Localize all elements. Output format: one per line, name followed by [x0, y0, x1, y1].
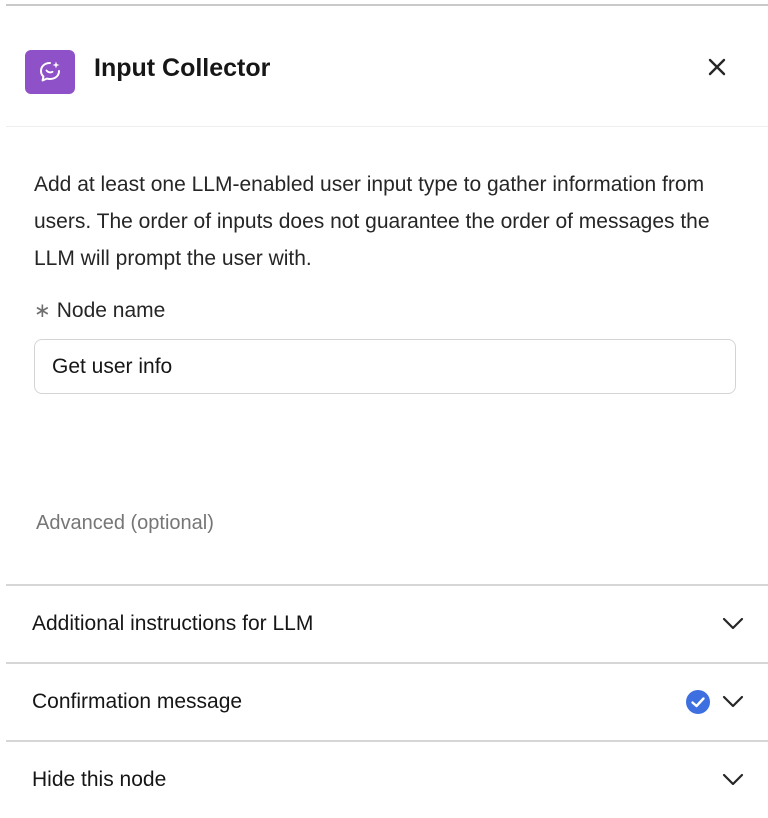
accordion-label: Confirmation message	[32, 690, 243, 713]
chevron-down-icon[interactable]	[719, 610, 747, 638]
node-name-label-text: Node name	[56, 299, 166, 322]
node-name-label: ∗ Node name	[34, 296, 165, 326]
accordion-confirmation-message[interactable]: Confirmation message	[6, 662, 768, 740]
node-name-input[interactable]	[34, 339, 736, 394]
panel-header: Input Collector	[6, 6, 768, 127]
input-collector-panel: Input Collector Add at least one LLM-ena…	[6, 6, 768, 804]
chat-sparkle-icon	[25, 50, 75, 94]
panel-title: Input Collector	[94, 54, 271, 82]
checkmark-circle-icon	[684, 688, 712, 716]
chevron-down-icon[interactable]	[719, 688, 747, 716]
accordion-hide-node[interactable]: Hide this node	[6, 740, 768, 818]
advanced-accordion: Additional instructions for LLM Confirma…	[6, 584, 768, 818]
required-asterisk-icon: ∗	[34, 300, 51, 322]
close-button[interactable]	[700, 50, 734, 84]
chevron-down-icon[interactable]	[719, 766, 747, 794]
accordion-additional-instructions[interactable]: Additional instructions for LLM	[6, 584, 768, 662]
panel-description: Add at least one LLM-enabled user input …	[34, 173, 710, 270]
advanced-section-label: Advanced (optional)	[36, 512, 214, 534]
accordion-label: Hide this node	[32, 768, 167, 791]
accordion-label: Additional instructions for LLM	[32, 612, 314, 635]
close-icon[interactable]	[706, 56, 728, 78]
